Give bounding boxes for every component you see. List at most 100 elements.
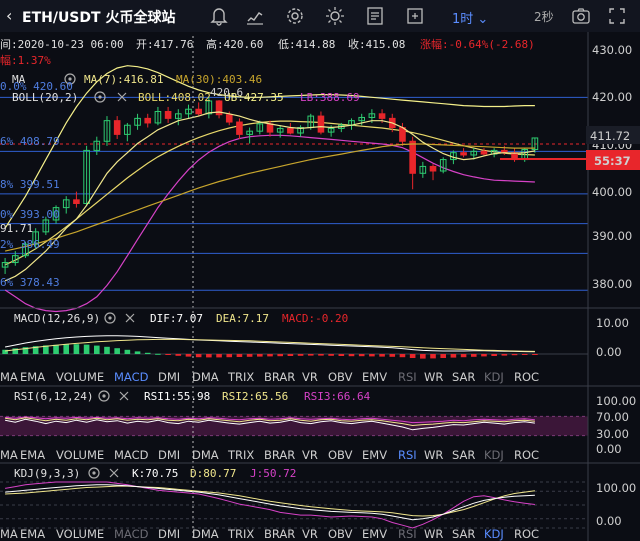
tab-rsi[interactable]: RSI <box>398 448 417 462</box>
macd-bar <box>338 354 345 356</box>
tab-vr[interactable]: VR <box>302 527 318 541</box>
tab-volume[interactable]: VOLUME <box>56 370 104 384</box>
tab-sar[interactable]: SAR <box>452 448 475 462</box>
tab-wr[interactable]: WR <box>424 527 443 541</box>
macd-bar <box>216 354 222 358</box>
tab-rsi[interactable]: RSI <box>398 527 417 541</box>
macd-close-icon[interactable] <box>125 313 135 323</box>
tab-emv[interactable]: EMV <box>362 448 387 462</box>
macd-bar <box>358 354 365 357</box>
info-change: 涨幅:-0.64%(-2.68) <box>420 38 535 51</box>
tab-trix[interactable]: TRIX <box>227 527 254 541</box>
k-value: K:70.75 <box>132 467 178 480</box>
tab-ema[interactable]: EMA <box>20 448 45 462</box>
macd-bar <box>155 353 161 355</box>
tab-vr[interactable]: VR <box>302 370 318 384</box>
price-tick: 400.00 <box>592 185 632 199</box>
d-value: D:80.77 <box>190 467 236 480</box>
price-tick: 380.00 <box>592 277 632 291</box>
tab-macd[interactable]: MACD <box>114 448 149 462</box>
macd-bar <box>277 354 283 357</box>
macd-settings-icon[interactable] <box>104 312 116 324</box>
macd-bar <box>532 354 538 355</box>
tab-dmi[interactable]: DMI <box>158 448 180 462</box>
macd-bar <box>521 354 528 355</box>
tab-macd[interactable]: MACD <box>114 370 149 384</box>
candle-body <box>429 165 437 172</box>
fib-label: 0% 393.00 <box>0 208 60 221</box>
rsi-settings-icon[interactable] <box>98 390 110 402</box>
ma30-line <box>4 143 535 252</box>
macd-bar <box>144 352 151 354</box>
tab-dma[interactable]: DMA <box>192 448 219 462</box>
macd-bar <box>379 354 385 357</box>
macd-value: MACD:-0.20 <box>282 312 348 325</box>
tab-ma[interactable]: MA <box>0 527 18 541</box>
tab-emv[interactable]: EMV <box>362 527 387 541</box>
price-tick: 390.00 <box>592 229 632 243</box>
chart-area[interactable]: KDJMA EMA VOLUME MACD DMI DMA TRIX BRAR VR OBV EMV… <box>0 0 640 541</box>
macd-bar <box>369 354 375 357</box>
tab-sar[interactable]: SAR <box>452 527 475 541</box>
kdj-label: KDJ(9,3,3) <box>14 467 80 480</box>
macd-tick: 10.00 <box>596 316 629 330</box>
j-value: J:50.72 <box>250 467 296 480</box>
tab-roc[interactable]: ROC <box>514 448 539 462</box>
rsi-tick: 70.00 <box>596 410 629 424</box>
macd-bar <box>185 354 192 357</box>
tab-sar[interactable]: SAR <box>452 370 475 384</box>
tab-roc[interactable]: ROC <box>514 370 539 384</box>
macd-bar <box>73 344 80 354</box>
tab-brar[interactable]: BRAR <box>264 527 295 541</box>
tab-macd[interactable]: MACD <box>114 527 149 541</box>
kdj-settings-icon[interactable] <box>88 467 100 479</box>
tab-rsi[interactable]: RSI <box>398 370 417 384</box>
macd-bar <box>83 344 90 354</box>
tab-dma[interactable]: DMA <box>192 527 219 541</box>
rsi3-value: RSI3:66.64 <box>304 390 371 403</box>
kdj-close-icon[interactable] <box>109 468 119 478</box>
macd-bar <box>104 346 110 354</box>
tab-obv[interactable]: OBV <box>328 448 353 462</box>
fib-label: 8% 399.51 <box>0 178 60 191</box>
tab-trix[interactable]: TRIX <box>227 448 254 462</box>
macd-label: MACD(12,26,9) <box>14 312 100 325</box>
tab-dmi[interactable]: DMI <box>158 370 180 384</box>
macd-bar <box>114 348 120 354</box>
tab-brar[interactable]: BRAR <box>264 448 295 462</box>
candle-body <box>195 108 202 115</box>
tab-roc[interactable]: ROC <box>514 527 539 541</box>
tab-ma[interactable]: MA <box>0 370 18 384</box>
fib-label: 0.0% 420.60 <box>0 80 73 93</box>
tab-dma[interactable]: DMA <box>192 370 219 384</box>
rsi-close-icon[interactable] <box>119 391 129 401</box>
tab-brar[interactable]: BRAR <box>264 370 295 384</box>
tab-vr[interactable]: VR <box>302 448 318 462</box>
tab-ema[interactable]: EMA <box>20 370 45 384</box>
macd-bar <box>287 354 294 356</box>
tab-trix[interactable]: TRIX <box>227 370 254 384</box>
indicator-tabs: MA EMA VOLUME MACD DMI DMA TRIX BRAR VR OBV EMV RSI… <box>0 448 539 462</box>
candle-body <box>460 152 467 156</box>
rsi-tick: 100.00 <box>596 394 636 408</box>
tab-wr[interactable]: WR <box>424 370 443 384</box>
fibonacci-lines <box>0 96 588 291</box>
macd-bar <box>318 354 324 356</box>
tab-obv[interactable]: OBV <box>328 527 353 541</box>
price-tick: 430.00 <box>592 43 632 57</box>
tab-ma[interactable]: MA <box>0 448 18 462</box>
tab-ema[interactable]: EMA <box>20 527 45 541</box>
tab-wr[interactable]: WR <box>424 448 443 462</box>
tab-kdj[interactable]: KDJ <box>484 527 504 541</box>
tab-dmi[interactable]: DMI <box>158 527 180 541</box>
tab-emv[interactable]: EMV <box>362 370 387 384</box>
tab-kdj[interactable]: KDJ <box>484 448 504 462</box>
macd-bar <box>165 354 171 355</box>
tab-volume[interactable]: VOLUME <box>56 448 104 462</box>
tab-kdj[interactable]: KDJ <box>484 370 504 384</box>
tab-volume[interactable]: VOLUME <box>56 527 104 541</box>
macd-bar <box>134 351 141 354</box>
tab-obv[interactable]: OBV <box>328 370 353 384</box>
macd-bar <box>399 354 406 358</box>
macd-bar <box>470 354 477 357</box>
